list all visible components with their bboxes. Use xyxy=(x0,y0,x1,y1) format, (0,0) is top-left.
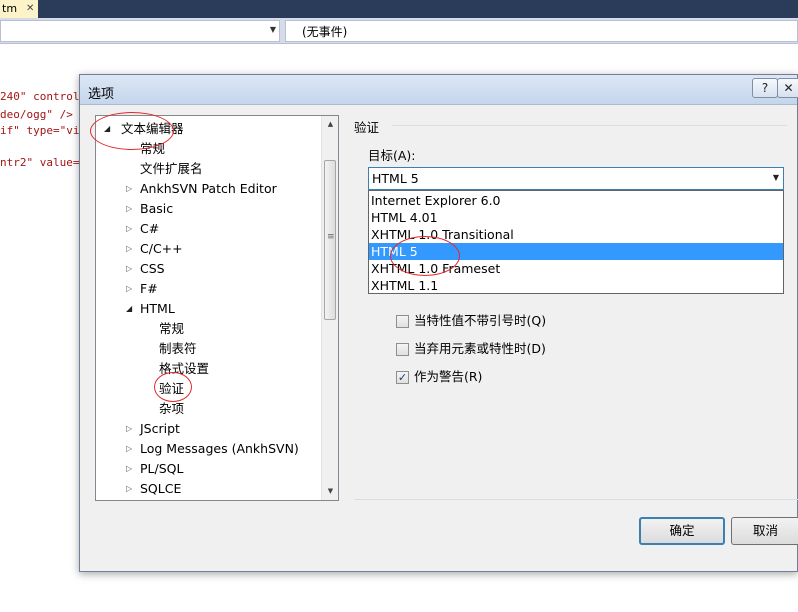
close-button[interactable]: ✕ xyxy=(777,78,798,98)
document-tab-label: tm xyxy=(2,2,18,15)
scroll-down-icon[interactable]: ▼ xyxy=(322,483,338,500)
tree-item-label: Log Messages (AnkhSVN) xyxy=(140,441,299,456)
dropdown-option[interactable]: XHTML 1.0 Frameset xyxy=(369,260,783,277)
collapsed-arrow-icon[interactable]: ▷ xyxy=(126,199,136,219)
options-dialog: 选项 ? ✕ ◢ 文本编辑器 常规 文件扩展名 ▷ AnkhSVN Patch … xyxy=(79,74,798,572)
tree-item-label: SQLCE xyxy=(140,481,182,496)
event-combo[interactable]: (无事件) xyxy=(285,20,798,42)
dropdown-option-selected[interactable]: HTML 5 xyxy=(369,243,783,260)
options-tree[interactable]: ◢ 文本编辑器 常规 文件扩展名 ▷ AnkhSVN Patch Editor … xyxy=(95,115,339,501)
tree-item-html-validation[interactable]: 验证 xyxy=(159,379,184,399)
bottom-divider xyxy=(354,499,798,500)
tree-item-file-extensions[interactable]: 文件扩展名 xyxy=(140,159,203,179)
ide-navigation-bar: ▼ (无事件) xyxy=(0,18,798,44)
tree-item-label: 文本编辑器 xyxy=(121,121,184,136)
tree-item-label: 常规 xyxy=(140,141,166,156)
collapsed-arrow-icon[interactable]: ▷ xyxy=(126,279,136,299)
code-line: 240" control xyxy=(0,90,80,103)
tree-item-html-tabs[interactable]: 制表符 xyxy=(159,339,197,359)
dropdown-option[interactable]: XHTML 1.0 Transitional xyxy=(369,226,783,243)
tree-item-html-misc[interactable]: 杂项 xyxy=(159,399,184,419)
cancel-button[interactable]: 取消 xyxy=(731,517,798,545)
tree-item-label: AnkhSVN Patch Editor xyxy=(140,181,277,196)
object-combo[interactable]: ▼ xyxy=(0,20,280,42)
event-combo-value: (无事件) xyxy=(302,25,348,39)
chevron-down-icon[interactable]: ▼ xyxy=(773,173,779,182)
dropdown-option[interactable]: HTML 4.01 xyxy=(369,209,783,226)
tree-item-label: JScript xyxy=(140,421,180,436)
ide-tab-bar: tm ✕ xyxy=(0,0,798,18)
checkmark-icon[interactable]: ✓ xyxy=(396,371,409,384)
checkbox-label: 当弃用元素或特性时(D) xyxy=(414,341,546,356)
checkbox-box[interactable] xyxy=(396,343,409,356)
checkbox-label: 当特性值不带引号时(Q) xyxy=(414,313,547,328)
dropdown-option[interactable]: XHTML 1.1 xyxy=(369,277,783,294)
scrollbar-thumb[interactable]: ≡ xyxy=(324,160,336,320)
tree-item-label: 常规 xyxy=(159,321,185,336)
tree-item-html-general[interactable]: 常规 xyxy=(159,319,184,339)
tree-item-label: 格式设置 xyxy=(159,361,210,376)
section-divider xyxy=(392,125,787,126)
code-line: if" type="vi xyxy=(0,124,80,137)
expanded-arrow-icon[interactable]: ◢ xyxy=(126,299,136,319)
dialog-title: 选项 xyxy=(88,87,115,102)
collapsed-arrow-icon[interactable]: ▷ xyxy=(126,439,136,459)
tree-item-label: F# xyxy=(140,281,158,296)
tree-item-label: C# xyxy=(140,221,160,236)
checkbox-label: 作为警告(R) xyxy=(414,369,483,384)
tree-item-label: 制表符 xyxy=(159,341,197,356)
collapsed-arrow-icon[interactable]: ▷ xyxy=(126,479,136,499)
tree-item-label: 杂项 xyxy=(159,401,185,416)
collapsed-arrow-icon[interactable]: ▷ xyxy=(126,239,136,259)
dialog-titlebar[interactable]: 选项 ? ✕ xyxy=(80,75,798,105)
collapsed-arrow-icon[interactable]: ▷ xyxy=(126,179,136,199)
tree-item-label: HTML xyxy=(140,301,175,316)
tab-close-icon[interactable]: ✕ xyxy=(26,0,34,18)
target-select[interactable]: HTML 5 ▼ xyxy=(368,167,784,190)
grip-icon: ≡ xyxy=(327,232,335,242)
checkbox-box[interactable] xyxy=(396,315,409,328)
tree-item-label: C/C++ xyxy=(140,241,183,256)
scroll-up-icon[interactable]: ▲ xyxy=(322,116,338,133)
chevron-down-icon: ▼ xyxy=(269,25,276,34)
help-button[interactable]: ? xyxy=(752,78,778,98)
collapsed-arrow-icon[interactable]: ▷ xyxy=(126,259,136,279)
section-title: 验证 xyxy=(354,120,380,135)
expanded-arrow-icon[interactable]: ◢ xyxy=(104,119,114,139)
tree-item-html-formatting[interactable]: 格式设置 xyxy=(159,359,209,379)
tree-item-label: Basic xyxy=(140,201,174,216)
ok-button[interactable]: 确定 xyxy=(639,517,725,545)
code-line: deo/ogg" /> xyxy=(0,108,73,121)
target-dropdown-list[interactable]: Internet Explorer 6.0 HTML 4.01 XHTML 1.… xyxy=(368,190,784,294)
dropdown-option[interactable]: Internet Explorer 6.0 xyxy=(369,192,783,209)
tree-scrollbar[interactable]: ▲ ≡ ▼ xyxy=(321,116,338,500)
collapsed-arrow-icon[interactable]: ▷ xyxy=(126,419,136,439)
tree-item-general[interactable]: 常规 xyxy=(140,139,165,159)
collapsed-arrow-icon[interactable]: ▷ xyxy=(126,459,136,479)
target-select-value: HTML 5 xyxy=(372,171,419,186)
target-label: 目标(A): xyxy=(368,148,416,163)
collapsed-arrow-icon[interactable]: ▷ xyxy=(126,219,136,239)
tree-item-label: CSS xyxy=(140,261,165,276)
code-line: ntr2" value= xyxy=(0,156,80,169)
tree-item-label: 文件扩展名 xyxy=(140,161,203,176)
document-tab[interactable]: tm ✕ xyxy=(0,0,38,18)
tree-item-label: 验证 xyxy=(159,381,185,396)
tree-item-label: PL/SQL xyxy=(140,461,184,476)
